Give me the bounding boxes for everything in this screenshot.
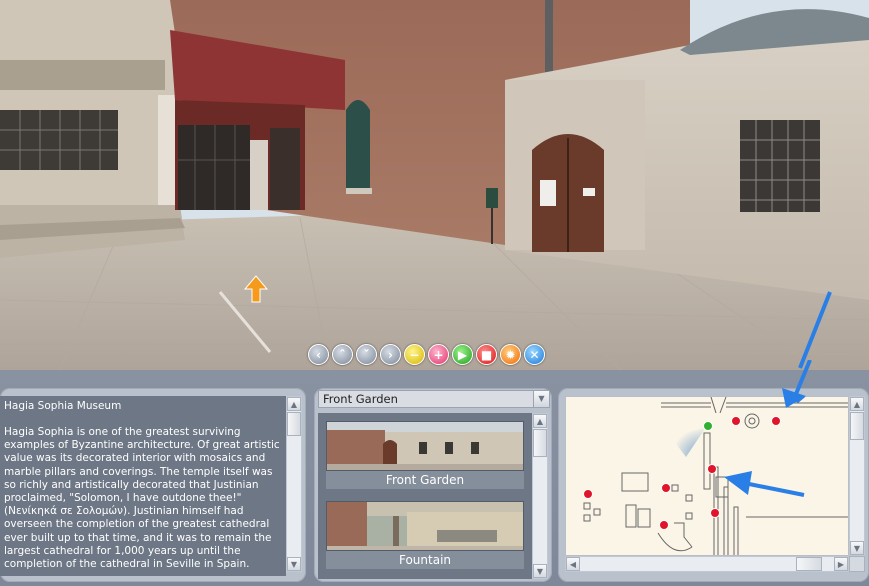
chevron-right-icon: › xyxy=(388,347,393,362)
view-direction-cone xyxy=(671,427,706,457)
scroll-up-button[interactable]: ▲ xyxy=(850,397,864,411)
current-location-marker[interactable] xyxy=(703,421,713,431)
location-select-value: Front Garden xyxy=(323,392,398,406)
chevron-up-icon: ˆ xyxy=(339,347,346,362)
map-hotspot[interactable] xyxy=(710,508,720,518)
floor-map[interactable] xyxy=(565,396,849,556)
map-vscrollbar[interactable]: ▲ ▼ xyxy=(849,396,865,556)
info-description: Hagia Sophia is one of the greatest surv… xyxy=(4,426,280,571)
scroll-down-button[interactable]: ▼ xyxy=(850,541,864,555)
map-plan xyxy=(583,397,848,555)
panorama-image xyxy=(0,0,869,370)
map-hotspot[interactable] xyxy=(659,520,669,530)
annotation-arrow-icon xyxy=(724,471,805,497)
fullscreen-button[interactable]: ✕ xyxy=(524,344,545,365)
hotspot-button[interactable]: ✹ xyxy=(500,344,521,365)
list-item-label: Front Garden xyxy=(326,471,524,489)
stop-button[interactable]: ■ xyxy=(476,344,497,365)
chevron-up-icon: ▲ xyxy=(536,416,544,426)
nav-right-button[interactable]: › xyxy=(380,344,401,365)
chevron-down-icon: ▼ xyxy=(538,394,545,403)
nav-left-button[interactable]: ‹ xyxy=(308,344,329,365)
locations-scrollbar[interactable]: ▲ ▼ xyxy=(532,413,548,579)
scroll-down-button[interactable]: ▼ xyxy=(533,564,547,578)
expand-icon: ✕ xyxy=(529,347,540,362)
chevron-down-icon: ▼ xyxy=(853,543,861,553)
map-hotspot[interactable] xyxy=(771,416,781,426)
location-select[interactable]: Front Garden ▼ xyxy=(318,390,550,408)
info-title: Hagia Sophia Museum xyxy=(4,400,122,412)
locations-list[interactable]: Front Garden Fountain xyxy=(318,413,532,579)
annotation-arrow-icon xyxy=(782,360,812,408)
chevron-left-icon: ◀ xyxy=(569,559,577,569)
chevron-right-icon: ▶ xyxy=(837,559,845,569)
scroll-thumb[interactable] xyxy=(287,412,301,436)
location-thumbnail xyxy=(326,501,524,551)
play-icon: ▶ xyxy=(457,347,468,362)
scroll-thumb[interactable] xyxy=(796,557,822,571)
scroll-left-button[interactable]: ◀ xyxy=(566,557,580,571)
scroll-down-button[interactable]: ▼ xyxy=(287,557,301,571)
info-scrollbar[interactable]: ▲ ▼ xyxy=(286,396,302,572)
minus-icon: − xyxy=(409,347,420,362)
map-hotspot[interactable] xyxy=(707,464,717,474)
chevron-down-icon: ▼ xyxy=(536,566,544,576)
location-thumbnail xyxy=(326,421,524,471)
map-hotspot[interactable] xyxy=(583,489,593,499)
chevron-left-icon: ‹ xyxy=(316,347,321,362)
scroll-corner xyxy=(849,556,865,572)
virtual-tour-app: ‹ ˆ ˇ › − + ▶ ■ ✹ ✕ Hagia Sophia Museum Hagia Sop… xyxy=(0,0,869,586)
scroll-up-button[interactable]: ▲ xyxy=(533,414,547,428)
scroll-thumb[interactable] xyxy=(533,429,547,457)
chevron-up-icon: ▲ xyxy=(290,399,298,409)
map-hotspot[interactable] xyxy=(661,483,671,493)
scroll-thumb[interactable] xyxy=(850,412,864,440)
zoom-out-button[interactable]: − xyxy=(404,344,425,365)
dropdown-button[interactable]: ▼ xyxy=(533,391,549,407)
scroll-right-button[interactable]: ▶ xyxy=(834,557,848,571)
list-item-label: Fountain xyxy=(326,551,524,569)
plus-icon: + xyxy=(433,347,444,362)
zoom-in-button[interactable]: + xyxy=(428,344,449,365)
nav-down-button[interactable]: ˇ xyxy=(356,344,377,365)
play-button[interactable]: ▶ xyxy=(452,344,473,365)
star-icon: ✹ xyxy=(505,347,516,362)
scroll-up-button[interactable]: ▲ xyxy=(287,397,301,411)
list-item[interactable]: Fountain xyxy=(326,501,524,569)
chevron-down-icon: ▼ xyxy=(290,559,298,569)
stop-icon: ■ xyxy=(480,347,493,362)
panorama-viewer[interactable]: ‹ ˆ ˇ › − + ▶ ■ ✹ ✕ xyxy=(0,0,869,370)
chevron-up-icon: ▲ xyxy=(853,399,861,409)
chevron-down-icon: ˇ xyxy=(363,347,370,362)
nav-up-button[interactable]: ˆ xyxy=(332,344,353,365)
list-item[interactable]: Front Garden xyxy=(326,421,524,489)
info-textbox[interactable]: Hagia Sophia Museum Hagia Sophia is one … xyxy=(0,396,286,576)
map-hscrollbar[interactable]: ◀ ▶ xyxy=(565,556,849,572)
map-hotspot[interactable] xyxy=(731,416,741,426)
panorama-toolbar: ‹ ˆ ˇ › − + ▶ ■ ✹ ✕ xyxy=(308,344,545,366)
